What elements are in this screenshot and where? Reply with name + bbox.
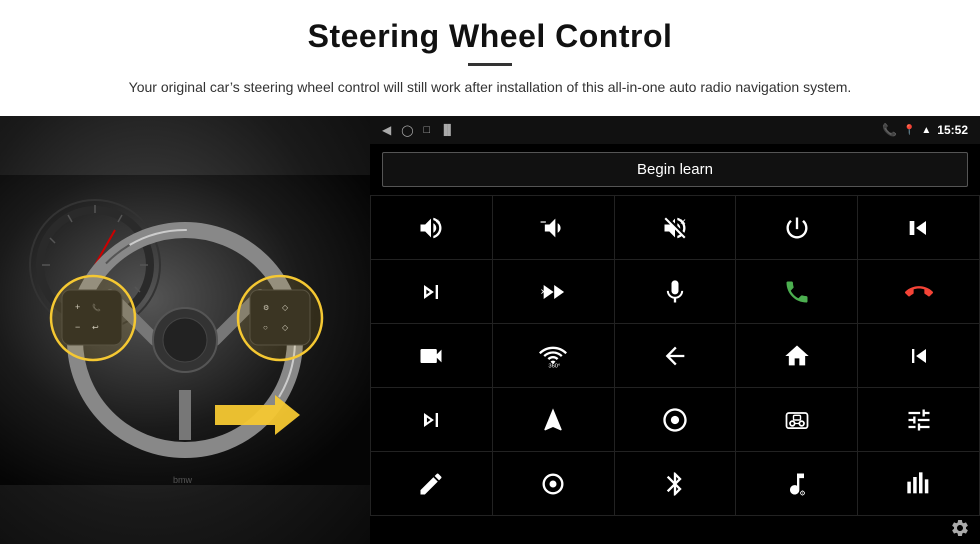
360-view-icon: 360° [539,342,567,370]
phone-answer-icon [783,278,811,306]
hang-up-icon [905,278,933,306]
next-track-icon [417,278,445,306]
steering-wheel-svg: + 📞 − ↩ ⚙ ◇ ○ ◇ [0,175,370,485]
location-icon: 📍 [903,125,915,136]
subtitle: Your original car’s steering wheel contr… [80,76,900,98]
title-divider [468,63,512,66]
back-arrow-icon[interactable]: ◀ [382,123,391,137]
header-section: Steering Wheel Control Your original car… [0,0,980,108]
record-icon [539,470,567,498]
settings-gear-icon [950,518,970,538]
hang-up-cell[interactable] [858,260,979,323]
page-wrapper: Steering Wheel Control Your original car… [0,0,980,544]
equalizer-cell[interactable] [615,388,736,451]
equalizer-icon [661,406,689,434]
phone-answer-cell[interactable] [736,260,857,323]
steering-wheel-panel: + 📞 − ↩ ⚙ ◇ ○ ◇ [0,116,370,544]
status-bar-right: 📞 📍 ▲ 15:52 [882,123,968,137]
camera-icon [417,342,445,370]
recents-icon[interactable]: □ [424,124,431,136]
svg-text:+: + [436,217,441,226]
status-bar: ◀ ◯ □ ▐▌ 📞 📍 ▲ 15:52 [370,116,980,144]
fast-forward-cell[interactable]: ✕ [493,260,614,323]
head-unit-panel: ◀ ◯ □ ▐▌ 📞 📍 ▲ 15:52 Begin learn [370,116,980,544]
camera-cell[interactable] [371,324,492,387]
phone-status-icon: 📞 [882,123,897,137]
navigate-cell[interactable] [493,388,614,451]
settings-row [370,516,980,544]
svg-text:360°: 360° [549,363,561,369]
skip-forward-icon [417,406,445,434]
home-oval-icon[interactable]: ◯ [401,124,413,137]
volume-down-icon: − [539,214,567,242]
volume-up-icon: + [417,214,445,242]
next-track-cell[interactable] [371,260,492,323]
settings-button[interactable] [950,518,970,543]
fast-forward-icon: ✕ [539,278,567,306]
begin-learn-row: Begin learn [370,144,980,195]
back-cell[interactable] [615,324,736,387]
music-icon [783,406,811,434]
microphone-cell[interactable] [615,260,736,323]
home-cell[interactable] [736,324,857,387]
bluetooth-cell[interactable] [615,452,736,515]
svg-text:✕: ✕ [680,217,687,226]
prev-track-cell[interactable] [858,196,979,259]
skip-back-icon [905,342,933,370]
status-bar-left: ◀ ◯ □ ▐▌ [382,123,454,137]
svg-text:✕: ✕ [540,287,547,296]
music-settings-icon: ⚙ [783,470,811,498]
skip-back-cell[interactable] [858,324,979,387]
home-icon [783,342,811,370]
sw-background: + 📞 − ↩ ⚙ ◇ ○ ◇ [0,116,370,544]
signal-icon: ▐▌ [440,125,454,136]
power-icon [783,214,811,242]
record-cell[interactable] [493,452,614,515]
eq-bars-icon [905,470,933,498]
sliders-icon [905,406,933,434]
svg-text:bmw: bmw [173,475,193,485]
pen-icon [417,470,445,498]
pen-cell[interactable] [371,452,492,515]
prev-track-icon [905,214,933,242]
bluetooth-icon [661,470,689,498]
back-icon [661,342,689,370]
svg-text:−: − [540,217,546,229]
eq-bars-cell[interactable] [858,452,979,515]
360-view-cell[interactable]: 360° [493,324,614,387]
volume-down-cell[interactable]: − [493,196,614,259]
begin-learn-button[interactable]: Begin learn [382,152,968,187]
svg-text:⚙: ⚙ [799,489,805,497]
icon-grid: + − ✕ [370,195,980,516]
page-title: Steering Wheel Control [60,18,920,55]
volume-up-cell[interactable]: + [371,196,492,259]
music-settings-cell[interactable]: ⚙ [736,452,857,515]
wifi-icon: ▲ [921,125,931,136]
microphone-icon [661,278,689,306]
time-display: 15:52 [937,123,968,137]
skip-forward-cell[interactable] [371,388,492,451]
navigate-icon [539,406,567,434]
power-cell[interactable] [736,196,857,259]
content-area: + 📞 − ↩ ⚙ ◇ ○ ◇ [0,116,980,544]
sliders-cell[interactable] [858,388,979,451]
music-cell[interactable] [736,388,857,451]
volume-mute-icon: ✕ [661,214,689,242]
volume-mute-cell[interactable]: ✕ [615,196,736,259]
